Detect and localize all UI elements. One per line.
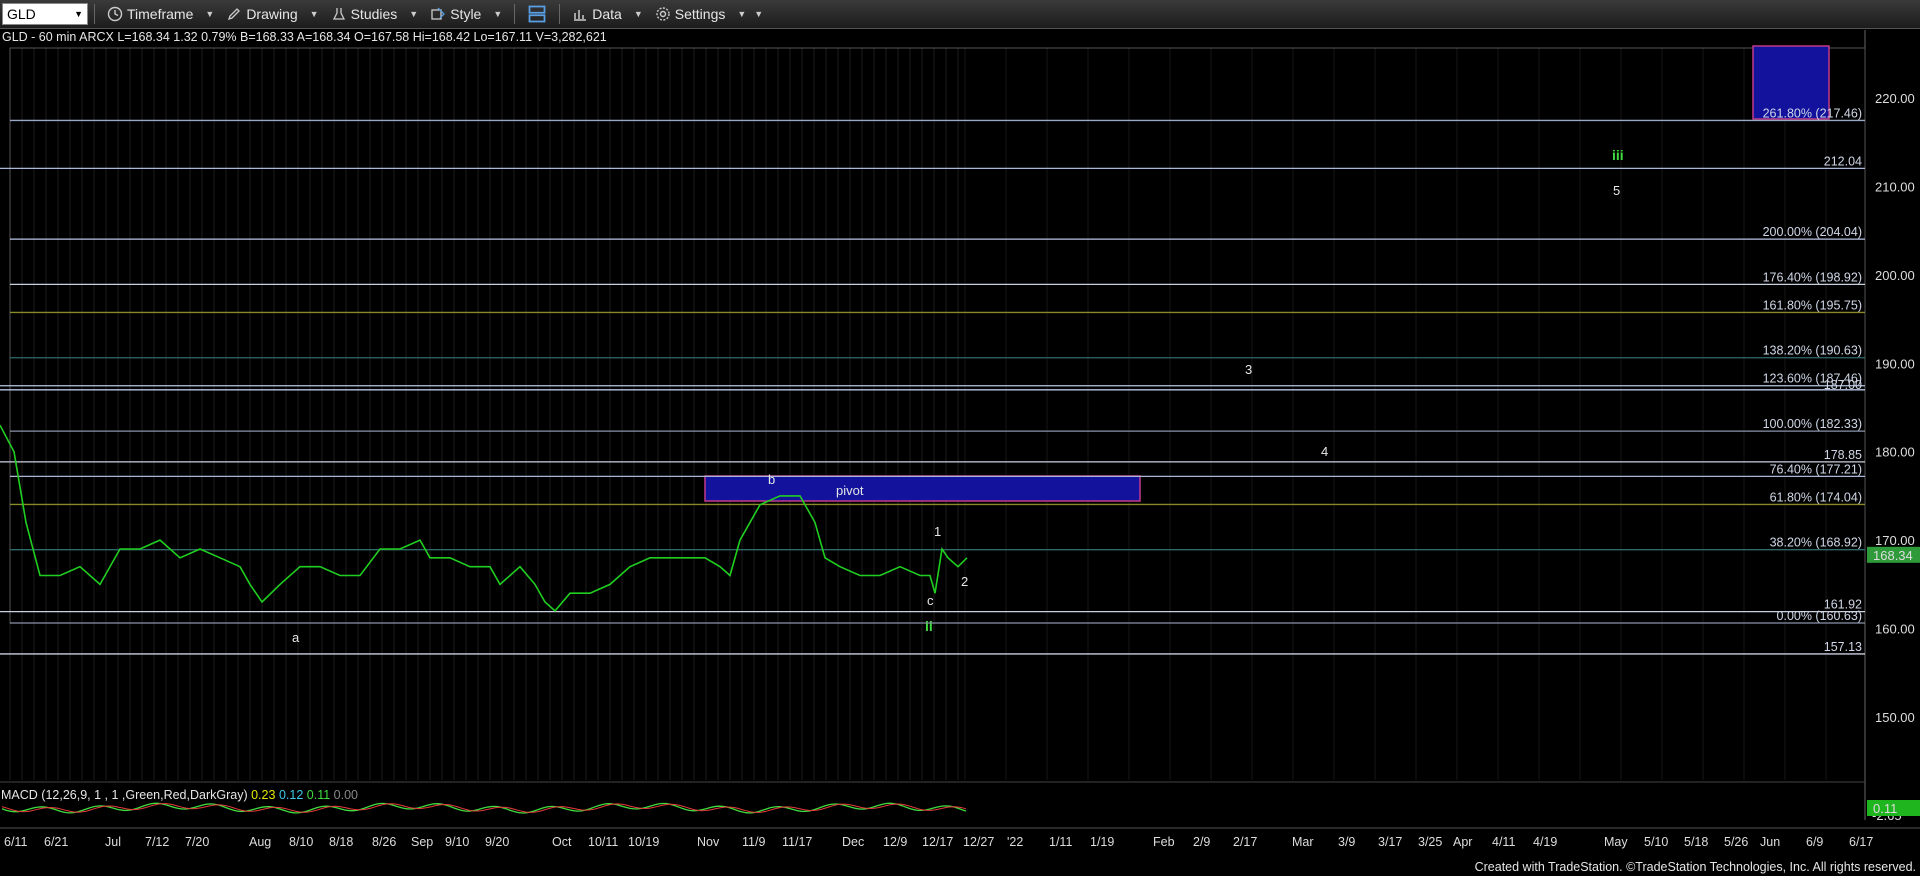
fib-level-label: 212.04: [1824, 154, 1862, 168]
time-tick-label: 6/11: [4, 835, 27, 849]
time-tick-label: Jul: [105, 835, 121, 849]
macd-diff: 0.11: [306, 788, 331, 802]
fib-level-label: 161.80% (195.75): [1763, 298, 1862, 312]
price-series: [0, 424, 968, 613]
time-tick-label: 3/17: [1378, 835, 1402, 849]
time-tick-label: 5/18: [1684, 835, 1708, 849]
macd-zero: 0.00: [333, 788, 358, 802]
time-tick-label: 4/19: [1533, 835, 1557, 849]
time-tick-label: Feb: [1153, 835, 1175, 849]
time-tick-label: 8/10: [289, 835, 313, 849]
time-tick-label: 5/26: [1724, 835, 1748, 849]
time-tick-label: 1/11: [1049, 835, 1072, 849]
last-price-label: 168.34: [1873, 548, 1913, 563]
fib-level-label: 178.85: [1824, 448, 1862, 462]
time-tick-label: 1/19: [1090, 835, 1114, 849]
time-tick-label: 12/17: [922, 835, 953, 849]
fib-level-label: 100.00% (182.33): [1763, 417, 1862, 431]
time-tick-label: Oct: [552, 835, 572, 849]
time-tick-label: 11/17: [782, 835, 812, 849]
wave-label: a: [292, 630, 300, 645]
macd-signal: 0.12: [278, 788, 304, 802]
macd-legend: MACD (12,26,9, 1 , 1 ,Green,Red,DarkGray…: [1, 788, 358, 802]
wave-label: 4: [1321, 444, 1328, 459]
macd-name: MACD (12,26,9, 1 , 1 ,Green,Red,DarkGray…: [1, 788, 248, 802]
time-tick-label: '22: [1007, 835, 1023, 849]
macd-value: 0.23: [251, 788, 276, 802]
wave-label: 2: [961, 574, 968, 589]
time-tick-label: 6/17: [1849, 835, 1873, 849]
price-tick-label: 170.00: [1875, 533, 1915, 548]
time-tick-label: 10/11: [588, 835, 618, 849]
time-tick-label: 6/9: [1806, 835, 1823, 849]
fib-level-label: 261.80% (217.46): [1763, 106, 1862, 120]
time-tick-label: 9/20: [485, 835, 509, 849]
price-tick-label: 160.00: [1875, 622, 1915, 637]
price-tick-label: 190.00: [1875, 356, 1915, 371]
time-tick-label: 2/9: [1193, 835, 1210, 849]
fib-level-label: 157.13: [1824, 640, 1862, 654]
price-tick-label: 200.00: [1875, 268, 1915, 283]
macd-line: [1, 802, 967, 814]
time-tick-label: 5/10: [1644, 835, 1668, 849]
fib-level-label: 200.00% (204.04): [1763, 225, 1862, 239]
time-tick-label: 7/12: [145, 835, 169, 849]
time-tick-label: 11/9: [742, 835, 765, 849]
copyright-footer: Created with TradeStation. ©TradeStation…: [1474, 860, 1916, 874]
time-tick-label: Nov: [697, 835, 720, 849]
fib-level-label: 76.40% (177.21): [1770, 462, 1862, 476]
macd-last-label: 0.11: [1873, 801, 1897, 816]
time-tick-label: 9/10: [445, 835, 469, 849]
wave-label: 3: [1245, 362, 1252, 377]
time-tick-label: Aug: [249, 835, 271, 849]
fib-level-label: 38.20% (168.92): [1770, 536, 1862, 550]
time-tick-label: 10/19: [628, 835, 659, 849]
wave-label: 5: [1613, 183, 1620, 198]
price-tick-label: 210.00: [1875, 179, 1915, 194]
time-tick-label: Mar: [1292, 835, 1314, 849]
price-tick-label: 180.00: [1875, 445, 1915, 460]
time-tick-label: Sep: [411, 835, 433, 849]
time-tick-label: 6/21: [44, 835, 68, 849]
time-tick-label: Dec: [842, 835, 864, 849]
time-tick-label: 2/17: [1233, 835, 1257, 849]
wave-label: ii: [925, 618, 933, 634]
time-tick-label: 12/9: [883, 835, 907, 849]
price-tick-label: 150.00: [1875, 710, 1915, 725]
time-tick-label: 3/9: [1338, 835, 1355, 849]
time-tick-label: 7/20: [185, 835, 209, 849]
time-tick-label: 8/18: [329, 835, 353, 849]
time-tick-label: Apr: [1453, 835, 1472, 849]
fib-level-label: 187.00: [1824, 378, 1862, 392]
time-tick-label: Jun: [1760, 835, 1780, 849]
status-line: GLD - 60 min ARCX L=168.34 1.32 0.79% B=…: [2, 30, 607, 44]
time-tick-label: 4/11: [1492, 835, 1515, 849]
time-tick-label: 12/27: [963, 835, 994, 849]
time-tick-label: 3/25: [1418, 835, 1442, 849]
wave-label: c: [927, 593, 934, 608]
fib-level-label: 176.40% (198.92): [1763, 270, 1862, 284]
time-tick-label: 8/26: [372, 835, 396, 849]
time-tick-label: May: [1604, 835, 1628, 849]
fib-level-label: 0.00% (160.63): [1777, 609, 1862, 623]
fib-level-label: 61.80% (174.04): [1770, 490, 1862, 504]
wave-label: iii: [1612, 147, 1624, 163]
pivot-label: pivot: [836, 483, 864, 498]
price-chart[interactable]: pivot 261.80% (217.46) 212.04 200.00% (204.…: [0, 0, 1920, 876]
price-tick-label: 220.00: [1875, 91, 1915, 106]
wave-label: 1: [934, 524, 941, 539]
fib-level-label: 138.20% (190.63): [1763, 344, 1862, 358]
wave-label: b: [768, 472, 775, 487]
